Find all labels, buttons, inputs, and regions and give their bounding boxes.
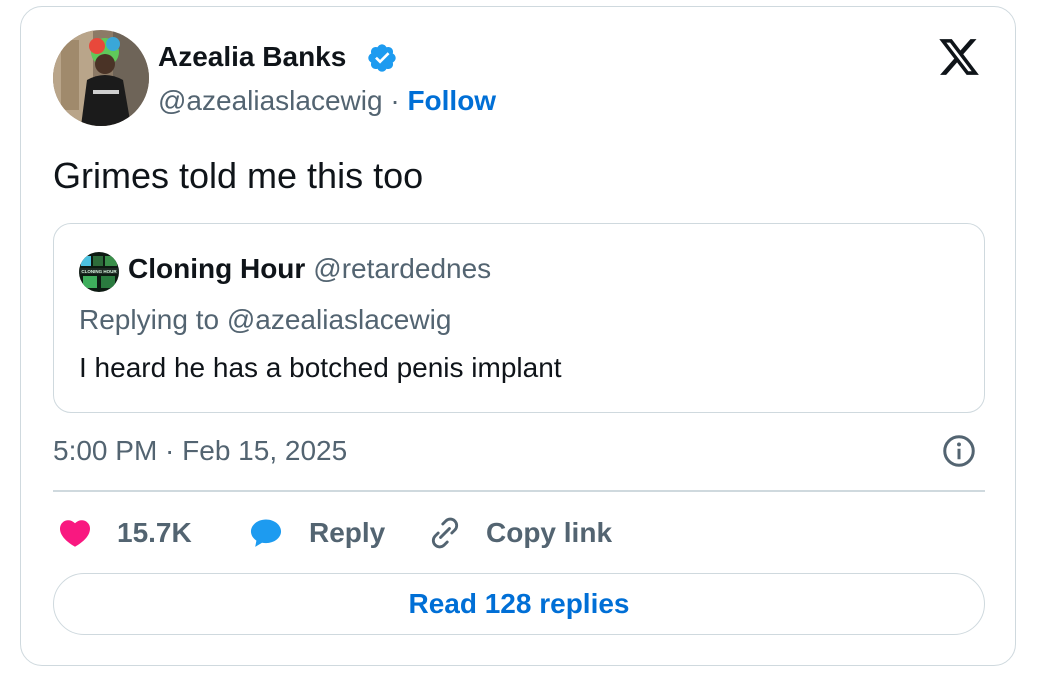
author-handle-row: @azealiaslacewig · Follow [158, 85, 496, 117]
embedded-tweet-card: Azealia Banks @azealiaslacewig · Follow … [20, 6, 1016, 666]
link-icon [431, 517, 459, 549]
copy-link-label: Copy link [486, 517, 613, 548]
follow-button[interactable]: Follow [407, 85, 496, 116]
tweet-text: Grimes told me this too [53, 155, 424, 196]
read-replies-button[interactable]: Read 128 replies [53, 573, 985, 635]
quoted-author-line: Cloning Hour @retardednes [128, 253, 491, 285]
quoted-tweet[interactable]: CLONING HOUR Cloning Hour @retardednes Re… [53, 223, 985, 413]
quoted-tweet-text: I heard he has a botched penis implant [79, 352, 562, 383]
reply-bubble-icon [250, 519, 282, 547]
reply-label: Reply [309, 517, 386, 548]
divider [53, 490, 985, 492]
tweet-timestamp[interactable]: 5:00 PM · Feb 15, 2025 [53, 435, 347, 467]
quoted-author-name: Cloning Hour [128, 253, 306, 284]
verified-badge-icon [368, 44, 396, 72]
quoted-author-handle: @retardednes [313, 253, 492, 284]
quoted-avatar-caption: CLONING HOUR [81, 269, 117, 274]
heart-icon [59, 520, 91, 547]
author-name[interactable]: Azealia Banks [158, 41, 346, 73]
author-handle[interactable]: @azealiaslacewig [158, 85, 383, 116]
author-avatar[interactable] [53, 30, 149, 126]
like-count: 15.7K [117, 517, 192, 548]
handle-separator: · [390, 85, 400, 116]
x-logo-icon[interactable] [935, 35, 983, 79]
quoted-replying-to: Replying to @azealiaslacewig [79, 304, 452, 335]
quoted-author-avatar: CLONING HOUR [79, 252, 119, 292]
info-icon[interactable] [941, 433, 977, 469]
copy-link-button[interactable]: Copy link [426, 511, 612, 555]
like-button[interactable]: 15.7K [57, 511, 192, 555]
reply-button[interactable]: Reply [247, 511, 385, 555]
